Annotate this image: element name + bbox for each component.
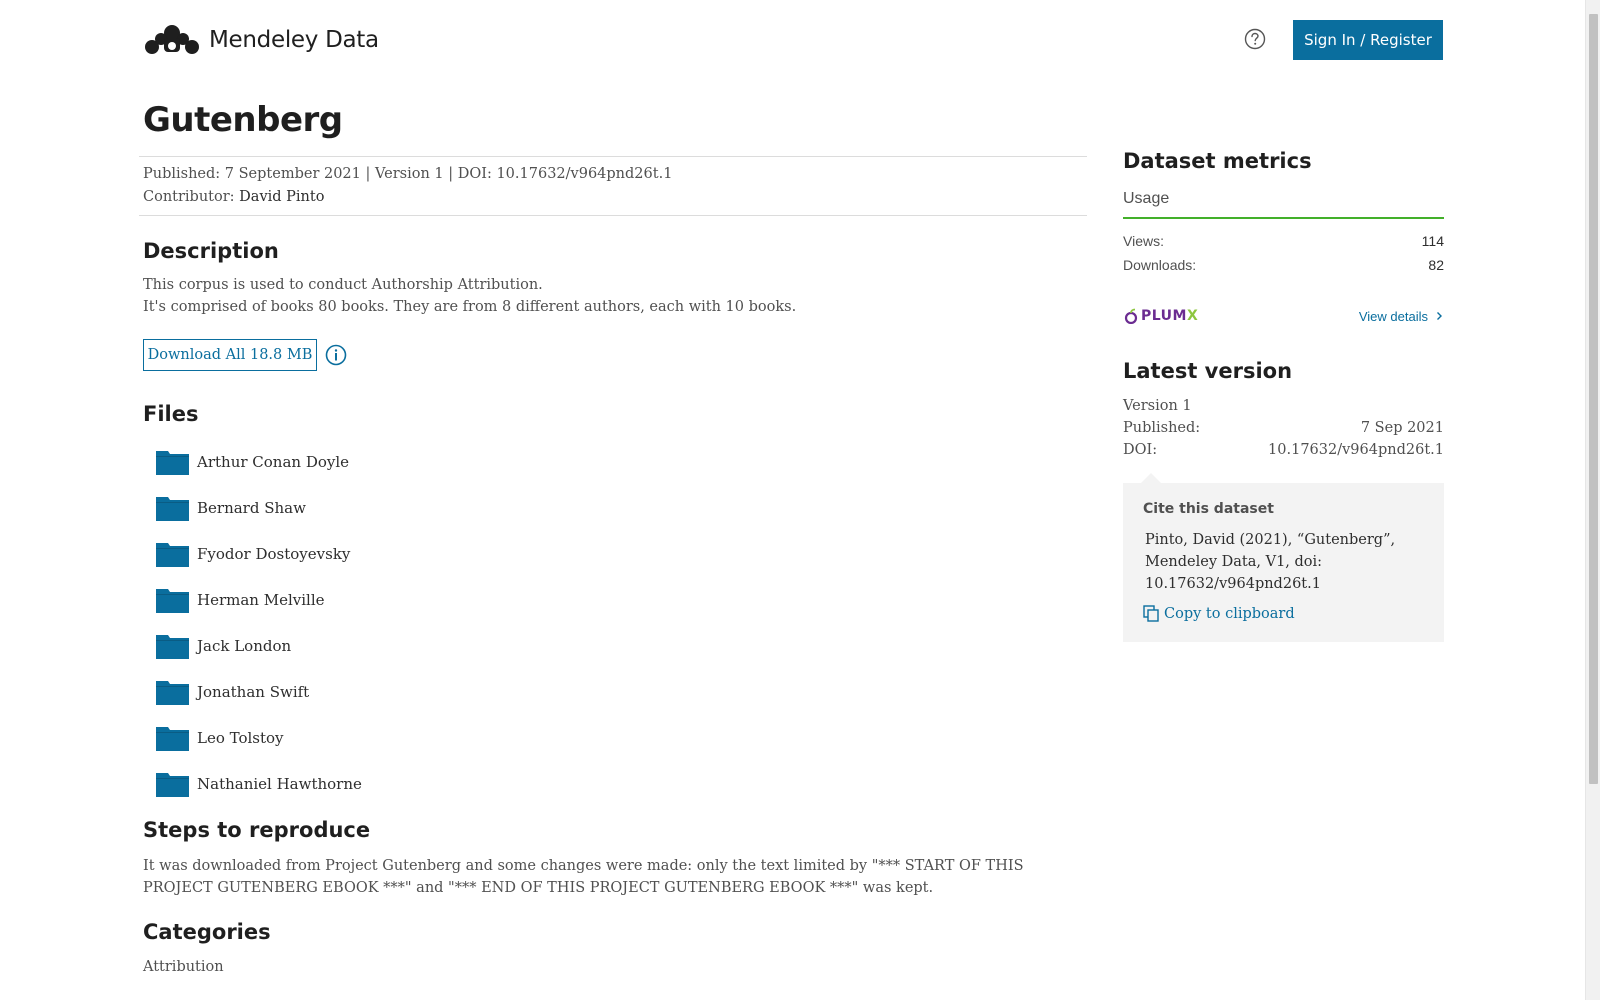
folder-icon <box>156 773 189 797</box>
doi-label: DOI: <box>1123 442 1158 458</box>
published-row: Published: 7 Sep 2021 <box>1123 417 1444 439</box>
folder-item[interactable]: Bernard Shaw <box>143 485 1087 531</box>
description-heading: Description <box>143 239 279 263</box>
scrollbar-thumb[interactable] <box>1589 14 1598 784</box>
view-details-label: View details <box>1358 308 1428 324</box>
folder-icon <box>156 497 189 521</box>
published-label: Published: <box>1123 420 1201 436</box>
category-item[interactable]: Attribution <box>143 959 1087 975</box>
folder-name: Bernard Shaw <box>197 499 306 517</box>
latest-version-info: Version 1 Published: 7 Sep 2021 DOI: 10.… <box>1123 395 1444 461</box>
vertical-scrollbar[interactable] <box>1585 0 1600 1000</box>
doi-row: DOI: 10.17632/v964pnd26t.1 <box>1123 439 1444 461</box>
copy-to-clipboard-button[interactable]: Copy to clipboard <box>1143 605 1424 622</box>
question-circle-icon[interactable] <box>1244 28 1266 50</box>
plumx-x: X <box>1186 308 1199 324</box>
folder-item[interactable]: Jack London <box>143 623 1087 669</box>
folder-item[interactable]: Leo Tolstoy <box>143 715 1087 761</box>
version-row: Version 1 <box>1123 395 1444 417</box>
folder-item[interactable]: Arthur Conan Doyle <box>143 439 1087 485</box>
folder-name: Leo Tolstoy <box>197 729 284 747</box>
page-title: Gutenberg <box>143 100 343 140</box>
folder-icon <box>156 543 189 567</box>
steps-heading: Steps to reproduce <box>143 818 371 842</box>
top-header: Mendeley Data Sign In / Register <box>0 0 1585 80</box>
cite-heading: Cite this dataset <box>1143 501 1274 517</box>
citation-line-1: Pinto, David (2021), “Gutenberg”, <box>1145 532 1396 548</box>
cite-box: Cite this dataset Pinto, David (2021), “… <box>1123 473 1444 642</box>
main-content: Gutenberg Published: 7 September 2021 | … <box>139 95 1087 975</box>
mendeley-logo-icon <box>145 25 199 54</box>
sign-in-register-button[interactable]: Sign In / Register <box>1293 20 1443 60</box>
sidebar: Dataset metrics Usage Views: 114 Downloa… <box>1123 145 1444 642</box>
folder-name: Jack London <box>197 637 292 655</box>
folder-item[interactable]: Fyodor Dostoyevsky <box>143 531 1087 577</box>
files-heading: Files <box>143 402 199 426</box>
folder-icon <box>156 727 189 751</box>
view-details-link[interactable]: View details <box>1359 309 1444 324</box>
steps-text: It was downloaded from Project Gutenberg… <box>143 858 1024 896</box>
metrics-list: Views: 114 Downloads: 82 <box>1123 229 1444 277</box>
views-label: Views: <box>1123 233 1164 249</box>
contributor-name[interactable]: David Pinto <box>239 189 324 205</box>
categories-heading: Categories <box>143 920 271 944</box>
dataset-metrics-heading: Dataset metrics <box>1123 149 1312 173</box>
version-label: Version 1 <box>1123 398 1192 414</box>
plumx-row: PLUM X View details <box>1123 303 1444 329</box>
folder-name: Herman Melville <box>197 591 325 609</box>
folder-icon <box>156 451 189 475</box>
download-row: Download All 18.8 MB <box>143 339 1087 371</box>
usage-bar <box>1123 217 1444 219</box>
plumx-logo[interactable]: PLUM X <box>1123 308 1198 324</box>
folder-item[interactable]: Nathaniel Hawthorne <box>143 761 1087 807</box>
description-line-1: This corpus is used to conduct Authorshi… <box>143 277 543 293</box>
folder-name: Arthur Conan Doyle <box>197 453 350 471</box>
folder-name: Nathaniel Hawthorne <box>197 775 362 793</box>
copy-label: Copy to clipboard <box>1164 605 1295 622</box>
folder-item[interactable]: Jonathan Swift <box>143 669 1087 715</box>
folder-icon <box>156 681 189 705</box>
dataset-meta: Published: 7 September 2021 | Version 1 … <box>139 156 1087 216</box>
contributor-info: Contributor: David Pinto <box>143 186 1087 209</box>
description-line-2: It's comprised of books 80 books. They a… <box>143 299 797 315</box>
plumx-text: PLUM <box>1141 308 1187 324</box>
folder-icon <box>156 589 189 613</box>
logo-text: Mendeley Data <box>209 27 379 53</box>
citation-line-2: Mendeley Data, V1, doi: <box>1145 554 1323 570</box>
views-value: 114 <box>1421 233 1444 249</box>
published-value: 7 Sep 2021 <box>1360 420 1444 436</box>
info-circle-icon[interactable] <box>325 344 347 366</box>
contributor-label: Contributor: <box>143 189 235 205</box>
published-info: Published: 7 September 2021 | Version 1 … <box>143 166 673 182</box>
citation-text: Pinto, David (2021), “Gutenberg”, Mendel… <box>1145 529 1424 595</box>
views-row: Views: 114 <box>1123 229 1444 253</box>
copy-icon <box>1143 605 1159 622</box>
folder-item[interactable]: Herman Melville <box>143 577 1087 623</box>
description-text: This corpus is used to conduct Authorshi… <box>143 274 1087 318</box>
folder-icon <box>156 635 189 659</box>
doi-value[interactable]: 10.17632/v964pnd26t.1 <box>1268 439 1444 461</box>
downloads-row: Downloads: 82 <box>1123 253 1444 277</box>
folder-name: Fyodor Dostoyevsky <box>197 545 351 563</box>
mendeley-data-logo[interactable]: Mendeley Data <box>143 24 379 56</box>
plum-icon <box>1124 308 1138 324</box>
downloads-label: Downloads: <box>1123 257 1197 273</box>
usage-label: Usage <box>1123 190 1170 207</box>
chevron-right-icon <box>1437 312 1442 320</box>
folder-name: Jonathan Swift <box>197 683 310 701</box>
citation-line-3: 10.17632/v964pnd26t.1 <box>1145 576 1321 592</box>
file-list: Arthur Conan Doyle Bernard Shaw Fyodor D… <box>143 439 1087 807</box>
download-all-button[interactable]: Download All 18.8 MB <box>143 339 317 371</box>
latest-version-heading: Latest version <box>1123 359 1293 383</box>
downloads-value: 82 <box>1428 257 1444 273</box>
